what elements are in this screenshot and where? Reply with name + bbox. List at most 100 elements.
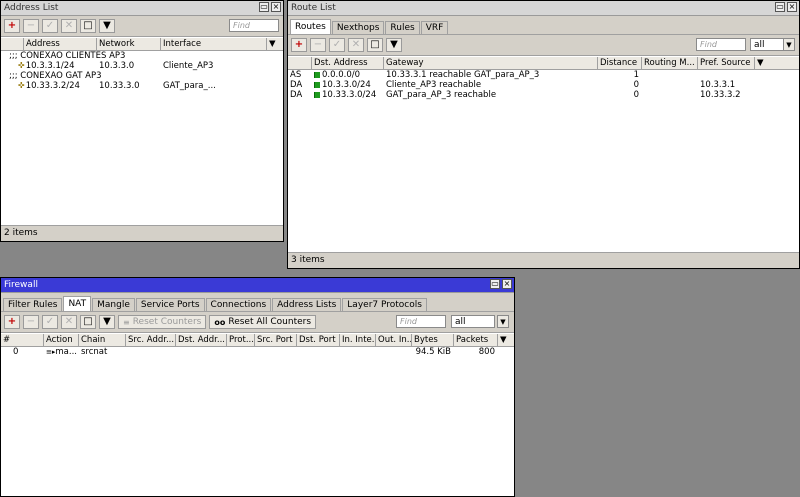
table-row[interactable]: AS 0.0.0.0/0 10.33.3.1 reachable GAT_par… <box>288 70 799 80</box>
masquerade-icon: ≡▸ <box>46 348 56 356</box>
address-icon: ✜ <box>18 61 25 70</box>
col-src-address[interactable]: Src. Addr... <box>126 334 176 346</box>
col-number[interactable]: # <box>1 334 44 346</box>
flag-icon <box>314 81 320 88</box>
tab-routes[interactable]: Routes <box>290 19 331 34</box>
x-icon[interactable]: ✕ <box>61 19 77 33</box>
address-list-toolbar: + − ✓ ✕ □ ▼ Find <box>1 16 283 37</box>
filter-select[interactable]: all <box>451 315 495 328</box>
route-list-titlebar[interactable]: Route List ▭ × <box>288 1 799 16</box>
tab-mangle[interactable]: Mangle <box>92 298 135 311</box>
tab-vrf[interactable]: VRF <box>420 21 449 34</box>
table-row[interactable]: DA 10.33.3.0/24 GAT_para_AP_3 reachable … <box>288 90 799 100</box>
window-title: Route List <box>291 3 336 13</box>
address-table: Address Network Interface ▼ ;;; CONEXAO … <box>1 38 283 91</box>
window-title: Address List <box>4 3 59 13</box>
table-header: Address Network Interface ▼ <box>1 38 283 51</box>
reset-counters-button[interactable]: ≡ Reset Counters <box>118 315 207 329</box>
restore-icon[interactable]: ▭ <box>775 2 785 12</box>
table-row[interactable]: 0 ≡▸ma... srcnat 94.5 KiB 800 <box>1 347 514 357</box>
column-menu-icon[interactable]: ▼ <box>267 38 281 50</box>
plus-icon[interactable]: + <box>4 315 20 329</box>
route-tabs: Routes Nexthops Rules VRF <box>288 16 799 35</box>
check-icon[interactable]: ✓ <box>42 315 58 329</box>
column-menu-icon[interactable]: ▼ <box>498 334 512 346</box>
table-row[interactable]: ✜10.33.3.2/24 10.33.3.0 GAT_para_... <box>1 81 283 91</box>
col-action[interactable]: Action <box>44 334 79 346</box>
check-icon[interactable]: ✓ <box>42 19 58 33</box>
col-protocol[interactable]: Prot... <box>227 334 255 346</box>
col-chain[interactable]: Chain <box>79 334 126 346</box>
filter-select[interactable]: all <box>750 38 784 51</box>
chevron-down-icon[interactable]: ▼ <box>783 38 795 51</box>
plus-icon[interactable]: + <box>4 19 20 33</box>
minus-icon[interactable]: − <box>23 315 39 329</box>
tab-address-lists[interactable]: Address Lists <box>272 298 342 311</box>
tab-nat[interactable]: NAT <box>63 296 92 311</box>
find-input[interactable]: Find <box>396 315 446 328</box>
plus-icon[interactable]: + <box>291 38 307 52</box>
tab-filter-rules[interactable]: Filter Rules <box>3 298 63 311</box>
counter-icon: oo <box>214 317 226 327</box>
table-header: # Action Chain Src. Addr... Dst. Addr...… <box>1 334 514 347</box>
funnel-icon[interactable]: ▼ <box>99 315 115 329</box>
close-icon[interactable]: × <box>271 2 281 12</box>
col-bytes[interactable]: Bytes <box>412 334 454 346</box>
col-interface[interactable]: Interface <box>161 38 267 50</box>
table-header: Dst. Address Gateway Distance Routing M.… <box>288 57 799 70</box>
firewall-titlebar[interactable]: Firewall ▭ × <box>1 278 514 293</box>
col-src-port[interactable]: Src. Port <box>255 334 297 346</box>
comment-row: ;;; CONEXAO GAT AP3 <box>9 71 102 81</box>
col-address[interactable]: Address <box>24 38 97 50</box>
address-icon: ✜ <box>18 81 25 90</box>
x-icon[interactable]: ✕ <box>348 38 364 52</box>
minus-icon[interactable]: − <box>23 19 39 33</box>
minus-icon[interactable]: − <box>310 38 326 52</box>
col-dst-address[interactable]: Dst. Address <box>312 57 384 69</box>
col-routing-mark[interactable]: Routing M... <box>642 57 698 69</box>
col-in-interface[interactable]: In. Inte... <box>340 334 376 346</box>
check-icon[interactable]: ✓ <box>329 38 345 52</box>
counter-icon: ≡ <box>123 317 130 327</box>
x-icon[interactable]: ✕ <box>61 315 77 329</box>
table-row[interactable]: ✜10.3.3.1/24 10.3.3.0 Cliente_AP3 <box>1 61 283 71</box>
find-input[interactable]: Find <box>229 19 279 32</box>
status-bar: 2 items <box>1 225 283 241</box>
find-input[interactable]: Find <box>696 38 746 51</box>
column-menu-icon[interactable]: ▼ <box>755 57 799 69</box>
reset-all-counters-button[interactable]: oo Reset All Counters <box>209 315 317 329</box>
restore-icon[interactable]: ▭ <box>259 2 269 12</box>
tab-layer7-protocols[interactable]: Layer7 Protocols <box>342 298 427 311</box>
flag-icon <box>314 71 320 78</box>
chevron-down-icon[interactable]: ▼ <box>497 315 509 328</box>
address-list-titlebar[interactable]: Address List ▭ × <box>1 1 283 16</box>
address-list-window: Address List ▭ × + − ✓ ✕ □ ▼ Find Addres… <box>0 0 284 242</box>
tab-nexthops[interactable]: Nexthops <box>331 21 385 34</box>
col-dst-port[interactable]: Dst. Port <box>297 334 340 346</box>
note-icon[interactable]: □ <box>367 38 383 52</box>
col-distance[interactable]: Distance <box>598 57 642 69</box>
tab-service-ports[interactable]: Service Ports <box>135 298 205 311</box>
nat-table: # Action Chain Src. Addr... Dst. Addr...… <box>1 334 514 357</box>
tab-connections[interactable]: Connections <box>205 298 272 311</box>
table-row[interactable]: DA 10.3.3.0/24 Cliente_AP3 reachable 0 1… <box>288 80 799 90</box>
restore-icon[interactable]: ▭ <box>490 279 500 289</box>
col-network[interactable]: Network <box>97 38 161 50</box>
firewall-tabs: Filter Rules NAT Mangle Service Ports Co… <box>1 293 514 312</box>
tab-rules[interactable]: Rules <box>385 21 420 34</box>
routes-table: Dst. Address Gateway Distance Routing M.… <box>288 57 799 100</box>
flag-icon <box>314 91 320 98</box>
col-pref-source[interactable]: Pref. Source <box>698 57 755 69</box>
close-icon[interactable]: × <box>787 2 797 12</box>
close-icon[interactable]: × <box>502 279 512 289</box>
firewall-toolbar: + − ✓ ✕ □ ▼ ≡ Reset Counters oo Reset Al… <box>1 312 514 333</box>
funnel-icon[interactable]: ▼ <box>99 19 115 33</box>
note-icon[interactable]: □ <box>80 315 96 329</box>
col-dst-address[interactable]: Dst. Addr... <box>176 334 227 346</box>
note-icon[interactable]: □ <box>80 19 96 33</box>
col-packets[interactable]: Packets <box>454 334 498 346</box>
funnel-icon[interactable]: ▼ <box>386 38 402 52</box>
col-gateway[interactable]: Gateway <box>384 57 598 69</box>
col-out-interface[interactable]: Out. In... <box>376 334 412 346</box>
window-title: Firewall <box>4 280 38 290</box>
